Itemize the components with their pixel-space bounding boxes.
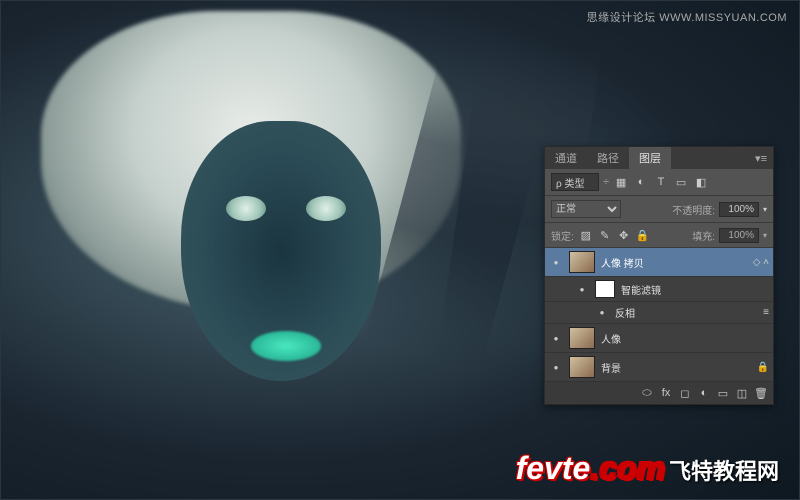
filter-row: ÷ ▦ ◐ T ▭ ◧ [545,169,773,196]
group-icon[interactable]: ▭ [715,385,731,401]
layer-name-label: 人像 拷贝 [601,255,747,270]
layer-name-label: 智能滤镜 [621,282,769,297]
visibility-icon[interactable] [549,360,563,374]
layer-invert-filter[interactable]: 反相 ≡ [545,302,773,324]
new-layer-icon[interactable]: ◫ [734,385,750,401]
filter-options-icon[interactable]: ≡ [763,307,769,318]
filter-adjust-icon[interactable]: ◐ [633,174,649,190]
adjustment-layer-icon[interactable]: ◐ [696,385,712,401]
panel-menu-icon[interactable]: ▾≡ [749,152,773,165]
layer-thumbnail[interactable] [569,251,595,273]
layer-style-icon[interactable]: fx [658,385,674,401]
layer-name-label: 人像 [601,331,769,346]
layer-name-label: 反相 [615,305,757,320]
filter-smart-icon[interactable]: ◧ [693,174,709,190]
layer-portrait[interactable]: 人像 [545,324,773,353]
layer-smart-filters[interactable]: 智能滤镜 [545,277,773,302]
layer-name-label: 背景 [601,360,751,375]
layer-list: 人像 拷贝 ◇ ˄ 智能滤镜 反相 ≡ 人像 背景 🔒 [545,248,773,382]
bottom-watermark: fevte.com 飞特教程网 [516,450,779,487]
watermark-logo: fevte.com [516,450,665,487]
tab-paths[interactable]: 路径 [587,147,629,169]
blend-mode-select[interactable]: 正常 [551,200,621,218]
lock-all-icon[interactable]: 🔒 [635,227,651,243]
blend-row: 正常 不透明度: 100% ▾ [545,196,773,223]
opacity-label: 不透明度: [672,202,715,217]
visibility-icon[interactable] [549,255,563,269]
filter-pixel-icon[interactable]: ▦ [613,174,629,190]
lock-row: 锁定: ▨ ✎ ✥ 🔒 填充: 100% ▾ [545,223,773,248]
opacity-value[interactable]: 100% [719,202,759,217]
smart-object-icon[interactable]: ◇ ˄ [753,257,769,268]
filter-type-icon[interactable]: T [653,174,669,190]
portrait-image [81,21,461,481]
visibility-icon[interactable] [549,331,563,345]
top-watermark: 思缘设计论坛 WWW.MISSYUAN.COM [587,9,787,25]
visibility-icon[interactable] [595,306,609,320]
fill-label: 填充: [692,228,715,243]
layer-portrait-copy[interactable]: 人像 拷贝 ◇ ˄ [545,248,773,277]
lock-transparency-icon[interactable]: ▨ [578,227,594,243]
visibility-icon[interactable] [575,282,589,296]
lock-label: 锁定: [551,228,574,243]
lock-paint-icon[interactable]: ✎ [597,227,613,243]
filter-shape-icon[interactable]: ▭ [673,174,689,190]
lock-icon: 🔒 [757,362,769,373]
link-layers-icon[interactable]: ⬭ [639,385,655,401]
filter-mask-thumbnail[interactable] [595,280,615,298]
tab-layers[interactable]: 图层 [629,147,671,169]
panel-tabs: 通道 路径 图层 ▾≡ [545,147,773,169]
layer-thumbnail[interactable] [569,327,595,349]
fill-value[interactable]: 100% [719,228,759,243]
layers-panel: 通道 路径 图层 ▾≡ ÷ ▦ ◐ T ▭ ◧ 正常 不透明度: 100% ▾ … [544,146,774,405]
layer-mask-icon[interactable]: ◻ [677,385,693,401]
panel-footer: ⬭ fx ◻ ◐ ▭ ◫ 🗑 [545,382,773,404]
layer-thumbnail[interactable] [569,356,595,378]
tab-channels[interactable]: 通道 [545,147,587,169]
layer-background[interactable]: 背景 🔒 [545,353,773,382]
watermark-text: 飞特教程网 [669,454,779,486]
lock-position-icon[interactable]: ✥ [616,227,632,243]
delete-layer-icon[interactable]: 🗑 [753,385,769,401]
filter-type-input[interactable] [551,173,599,191]
